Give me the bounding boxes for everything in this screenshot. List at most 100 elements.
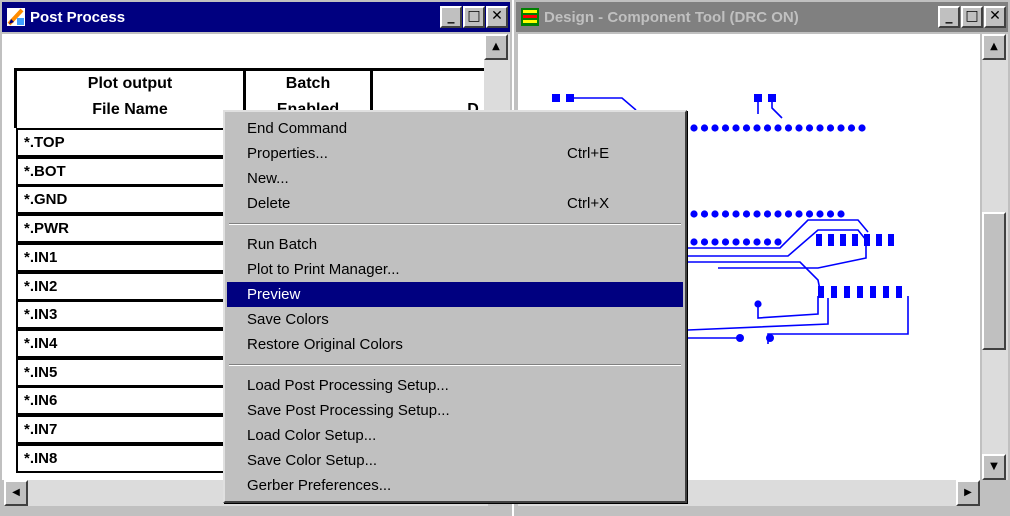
design-titlebar[interactable]: Design - Component Tool (DRC ON) _ □ ✕ xyxy=(516,2,1008,32)
table-row[interactable]: *.BOT xyxy=(16,156,246,186)
via-dot xyxy=(826,210,835,218)
maximize-button[interactable]: □ xyxy=(463,6,485,28)
via-dot xyxy=(742,124,751,132)
table-row[interactable]: *.IN3 xyxy=(16,300,246,330)
via-dot xyxy=(763,210,772,218)
menu-item-gerber-preferences[interactable]: Gerber Preferences... xyxy=(227,473,683,498)
design-maximize-button[interactable]: □ xyxy=(961,6,983,28)
menu-item-label: Run Batch xyxy=(247,236,318,253)
design-scroll-thumb[interactable] xyxy=(982,212,1006,350)
via-dot xyxy=(754,300,762,308)
close-button[interactable]: ✕ xyxy=(486,6,508,28)
trace xyxy=(574,97,637,111)
via-dot xyxy=(732,124,740,132)
menu-item-label: New... xyxy=(247,170,289,187)
menu-item-label: Load Post Processing Setup... xyxy=(247,377,449,394)
menu-item-properties[interactable]: Properties... Ctrl+E xyxy=(227,141,683,166)
via-dot xyxy=(816,124,824,132)
table-row[interactable]: *.TOP xyxy=(16,128,246,157)
menu-item-load-post-processing-setup[interactable]: Load Post Processing Setup... xyxy=(227,373,683,398)
menu-item-save-colors[interactable]: Save Colors xyxy=(227,307,683,332)
via-dot xyxy=(700,124,709,132)
header-batch-line1: Batch xyxy=(285,75,331,92)
pad xyxy=(831,286,837,298)
menu-item-load-color-setup[interactable]: Load Color Setup... xyxy=(227,423,683,448)
pad xyxy=(883,286,889,298)
via-dot xyxy=(711,124,719,132)
via-dot xyxy=(721,210,730,218)
menu-item-preview[interactable]: Preview xyxy=(227,282,683,307)
table-row[interactable]: *.IN6 xyxy=(16,386,246,416)
menu-item-delete[interactable]: Delete Ctrl+X xyxy=(227,191,683,216)
post-process-app-icon xyxy=(7,8,25,26)
via-dot xyxy=(774,210,782,218)
pad xyxy=(888,234,894,246)
pad xyxy=(864,234,870,246)
design-scroll-right-button[interactable]: ▶ xyxy=(956,480,980,506)
via-dot xyxy=(805,210,814,218)
header-cell-file-name[interactable]: Plot output File Name xyxy=(14,68,246,128)
pad xyxy=(768,94,776,102)
via-dot xyxy=(774,124,782,132)
trace xyxy=(771,102,783,119)
pad xyxy=(844,286,850,298)
pad xyxy=(896,286,902,298)
menu-item-end-command[interactable]: End Command xyxy=(227,116,683,141)
pad xyxy=(857,286,863,298)
design-scroll-up-button[interactable]: ▲ xyxy=(982,34,1006,60)
scroll-up-button[interactable]: ▲ xyxy=(484,34,508,60)
menu-item-save-post-processing-setup[interactable]: Save Post Processing Setup... xyxy=(227,398,683,423)
via-dot xyxy=(732,238,740,246)
table-row[interactable]: *.IN7 xyxy=(16,415,246,444)
table-row[interactable]: *.IN5 xyxy=(16,357,246,387)
table-row[interactable]: *.IN4 xyxy=(16,328,246,358)
menu-item-label: End Command xyxy=(247,120,348,137)
pad xyxy=(840,234,846,246)
pad xyxy=(816,234,822,246)
via-dot xyxy=(690,238,698,246)
via-dot xyxy=(700,238,709,246)
table-row[interactable]: *.IN8 xyxy=(16,443,246,473)
post-process-title: Post Process xyxy=(30,8,126,26)
design-minimize-button[interactable]: _ xyxy=(938,6,960,28)
post-process-titlebar[interactable]: Post Process _ □ ✕ xyxy=(2,2,510,32)
menu-item-new[interactable]: New... xyxy=(227,166,683,191)
via-dot xyxy=(795,210,803,218)
via-dot xyxy=(763,238,772,246)
menu-item-run-batch[interactable]: Run Batch xyxy=(227,232,683,257)
table-row[interactable]: *.IN1 xyxy=(16,242,246,272)
design-app-icon xyxy=(521,8,539,26)
menu-item-save-color-setup[interactable]: Save Color Setup... xyxy=(227,448,683,473)
menu-item-label: Save Color Setup... xyxy=(247,452,378,469)
design-close-button[interactable]: ✕ xyxy=(984,6,1006,28)
menu-item-label: Preview xyxy=(247,286,301,303)
minimize-button[interactable]: _ xyxy=(440,6,462,28)
design-scroll-down-button[interactable]: ▼ xyxy=(982,454,1006,480)
menu-item-label: Load Color Setup... xyxy=(247,427,377,444)
via-dot xyxy=(805,124,814,132)
via-dot xyxy=(753,210,761,218)
via-dot xyxy=(711,210,719,218)
scroll-left-button[interactable]: ◀ xyxy=(4,480,28,506)
menu-item-label: Properties... xyxy=(247,145,328,162)
via-dot xyxy=(732,210,740,218)
design-vertical-scrollbar[interactable]: ▲ ▼ xyxy=(982,34,1008,480)
menu-item-label: Delete xyxy=(247,195,291,212)
menu-item-label: Gerber Preferences... xyxy=(247,477,392,494)
menu-item-restore-original-colors[interactable]: Restore Original Colors xyxy=(227,332,683,357)
table-row[interactable]: *.GND xyxy=(16,185,246,215)
via-dot xyxy=(763,124,772,132)
via-dot xyxy=(766,334,774,342)
header-file-name-line1: Plot output xyxy=(87,75,173,92)
via-dot xyxy=(826,124,835,132)
via-dot xyxy=(784,124,793,132)
menu-item-plot-to-print-manager[interactable]: Plot to Print Manager... xyxy=(227,257,683,282)
via-dot xyxy=(816,210,824,218)
via-dot xyxy=(837,210,845,218)
pad xyxy=(754,94,762,102)
table-row[interactable]: *.PWR xyxy=(16,214,246,244)
via-dot xyxy=(700,210,709,218)
table-row[interactable]: *.IN2 xyxy=(16,271,246,301)
via-dot xyxy=(711,238,719,246)
via-dot xyxy=(847,124,856,132)
